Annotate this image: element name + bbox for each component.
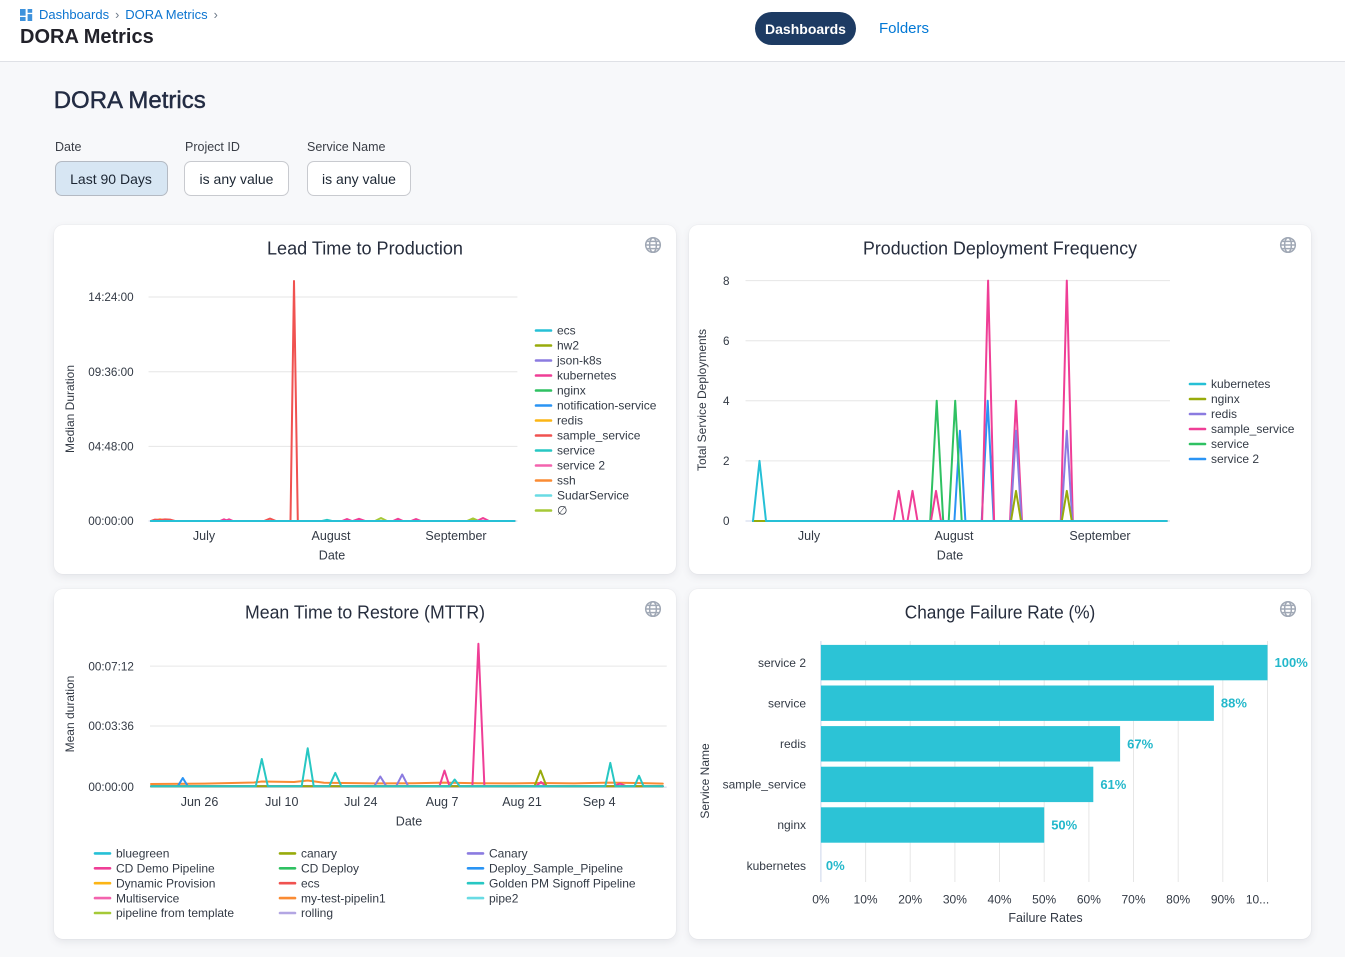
svg-text:90%: 90% bbox=[1211, 893, 1235, 907]
svg-text:nginx: nginx bbox=[777, 818, 806, 832]
svg-text:service: service bbox=[1211, 437, 1249, 451]
svg-text:Date: Date bbox=[396, 815, 422, 829]
svg-text:09:36:00: 09:36:00 bbox=[88, 366, 134, 379]
svg-text:redis: redis bbox=[1211, 407, 1237, 421]
svg-text:hw2: hw2 bbox=[557, 339, 579, 353]
svg-text:ecs: ecs bbox=[301, 876, 320, 890]
svg-text:40%: 40% bbox=[988, 893, 1012, 907]
svg-text:json-k8s: json-k8s bbox=[556, 354, 602, 368]
svg-text:Jun 26: Jun 26 bbox=[181, 795, 219, 809]
svg-text:Jul 24: Jul 24 bbox=[344, 795, 377, 809]
svg-text:bluegreen: bluegreen bbox=[116, 847, 169, 861]
svg-text:2: 2 bbox=[723, 455, 730, 468]
svg-text:pipe2: pipe2 bbox=[489, 891, 519, 905]
svg-text:redis: redis bbox=[780, 737, 806, 751]
svg-text:sample_service: sample_service bbox=[557, 429, 641, 443]
svg-text:00:07:12: 00:07:12 bbox=[88, 660, 133, 673]
svg-text:0: 0 bbox=[723, 515, 730, 528]
svg-text:6: 6 bbox=[723, 335, 730, 348]
svg-text:kubernetes: kubernetes bbox=[747, 859, 806, 873]
svg-text:88%: 88% bbox=[1221, 696, 1247, 711]
svg-text:August: August bbox=[935, 529, 974, 543]
svg-text:sample_service: sample_service bbox=[723, 778, 807, 792]
svg-text:50%: 50% bbox=[1051, 818, 1077, 833]
svg-text:4: 4 bbox=[723, 395, 730, 408]
svg-text:8: 8 bbox=[723, 275, 730, 288]
svg-text:nginx: nginx bbox=[557, 384, 586, 398]
svg-text:Golden PM Signoff Pipeline: Golden PM Signoff Pipeline bbox=[489, 876, 636, 890]
svg-text:0%: 0% bbox=[812, 893, 830, 907]
svg-text:Aug 7: Aug 7 bbox=[426, 795, 459, 809]
svg-text:Sep 4: Sep 4 bbox=[583, 795, 616, 809]
svg-text:50%: 50% bbox=[1032, 893, 1056, 907]
svg-text:July: July bbox=[798, 529, 821, 543]
svg-text:kubernetes: kubernetes bbox=[1211, 377, 1270, 391]
svg-text:67%: 67% bbox=[1127, 736, 1153, 751]
svg-text:Deploy_Sample_Pipeline: Deploy_Sample_Pipeline bbox=[489, 862, 623, 876]
svg-text:SudarService: SudarService bbox=[557, 489, 629, 503]
svg-text:60%: 60% bbox=[1077, 893, 1101, 907]
svg-text:Service Name: Service Name bbox=[698, 743, 712, 819]
svg-text:30%: 30% bbox=[943, 893, 967, 907]
svg-text:Change Failure Rate (%): Change Failure Rate (%) bbox=[905, 602, 1096, 623]
svg-text:Canary: Canary bbox=[489, 847, 528, 861]
svg-text:10...: 10... bbox=[1246, 893, 1269, 907]
svg-text:September: September bbox=[1069, 529, 1130, 543]
svg-text:ssh: ssh bbox=[557, 474, 576, 488]
svg-text:Total Service Deployments: Total Service Deployments bbox=[695, 329, 709, 471]
svg-text:04:48:00: 04:48:00 bbox=[88, 441, 134, 454]
svg-text:Failure Rates: Failure Rates bbox=[1008, 911, 1082, 925]
svg-text:20%: 20% bbox=[898, 893, 922, 907]
svg-text:Multiservice: Multiservice bbox=[116, 891, 180, 905]
svg-text:10%: 10% bbox=[854, 893, 878, 907]
svg-text:Date: Date bbox=[319, 549, 345, 563]
svg-text:100%: 100% bbox=[1275, 655, 1309, 670]
svg-text:CD Deploy: CD Deploy bbox=[301, 862, 359, 876]
svg-text:sample_service: sample_service bbox=[1211, 422, 1295, 436]
svg-text:00:00:00: 00:00:00 bbox=[88, 515, 134, 528]
svg-text:∅: ∅ bbox=[557, 504, 567, 518]
svg-text:Median Duration: Median Duration bbox=[63, 365, 77, 453]
svg-text:service: service bbox=[768, 696, 806, 710]
svg-text:70%: 70% bbox=[1122, 893, 1146, 907]
svg-text:Date: Date bbox=[937, 549, 963, 563]
svg-text:Aug 21: Aug 21 bbox=[502, 795, 542, 809]
svg-text:Lead Time to Production: Lead Time to Production bbox=[267, 238, 463, 259]
svg-text:Dynamic Provision: Dynamic Provision bbox=[116, 876, 215, 890]
svg-text:0%: 0% bbox=[826, 858, 845, 873]
svg-text:September: September bbox=[425, 529, 486, 543]
svg-text:00:00:00: 00:00:00 bbox=[88, 781, 134, 794]
svg-text:service: service bbox=[557, 444, 595, 458]
svg-text:ecs: ecs bbox=[557, 324, 576, 338]
svg-text:notification-service: notification-service bbox=[557, 399, 657, 413]
svg-text:August: August bbox=[312, 529, 351, 543]
svg-text:00:03:36: 00:03:36 bbox=[88, 720, 133, 733]
svg-text:CD Demo Pipeline: CD Demo Pipeline bbox=[116, 862, 215, 876]
svg-text:80%: 80% bbox=[1166, 893, 1190, 907]
svg-text:Production Deployment Frequenc: Production Deployment Frequency bbox=[863, 238, 1138, 259]
svg-text:nginx: nginx bbox=[1211, 392, 1240, 406]
svg-text:my-test-pipelin1: my-test-pipelin1 bbox=[301, 891, 386, 905]
svg-text:canary: canary bbox=[301, 847, 337, 861]
svg-text:pipeline from template: pipeline from template bbox=[116, 906, 234, 920]
svg-text:rolling: rolling bbox=[301, 906, 333, 920]
svg-text:service 2: service 2 bbox=[758, 656, 806, 670]
svg-text:service 2: service 2 bbox=[557, 459, 605, 473]
svg-text:redis: redis bbox=[557, 414, 583, 428]
svg-text:Mean duration: Mean duration bbox=[63, 676, 77, 753]
svg-text:61%: 61% bbox=[1100, 777, 1126, 792]
svg-text:Jul 10: Jul 10 bbox=[265, 795, 298, 809]
svg-text:14:24:00: 14:24:00 bbox=[88, 291, 134, 304]
svg-text:July: July bbox=[193, 529, 216, 543]
svg-text:kubernetes: kubernetes bbox=[557, 369, 616, 383]
svg-text:Mean Time to Restore (MTTR): Mean Time to Restore (MTTR) bbox=[245, 602, 485, 623]
svg-text:service 2: service 2 bbox=[1211, 452, 1259, 466]
